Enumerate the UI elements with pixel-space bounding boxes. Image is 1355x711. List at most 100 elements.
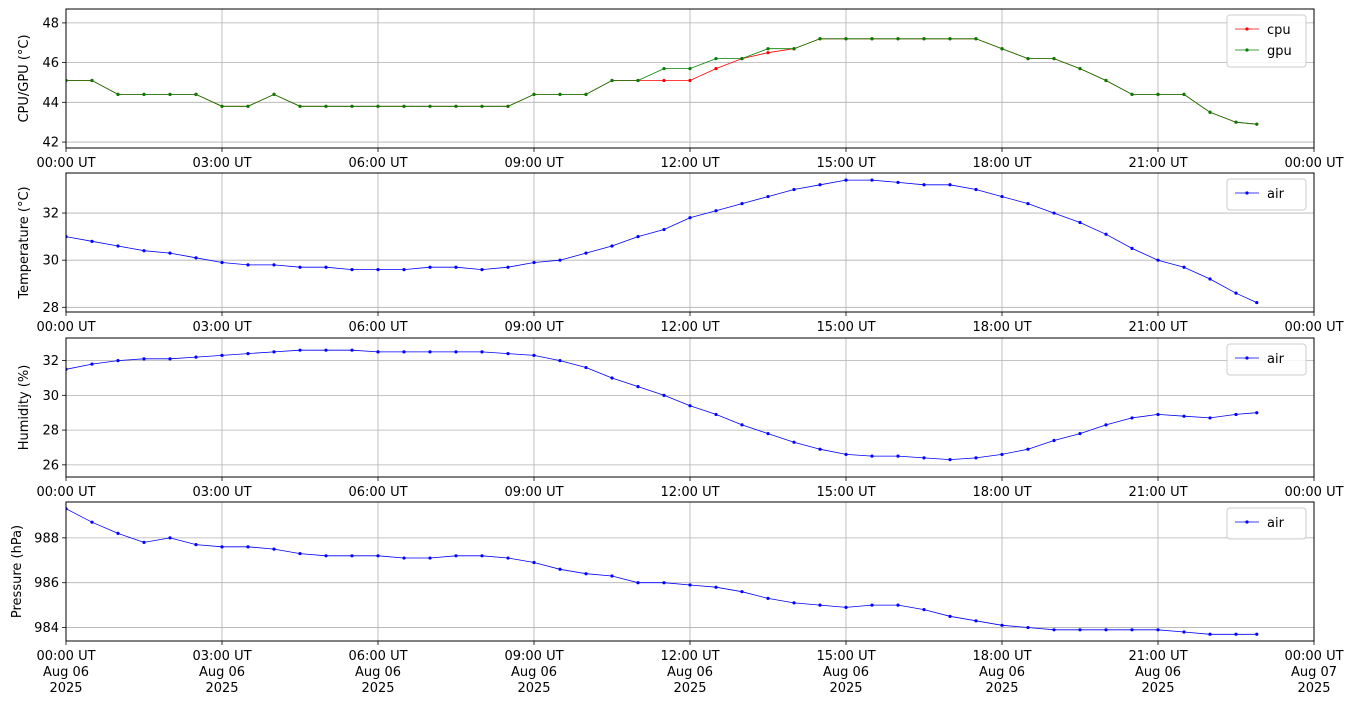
data-point-air [90, 239, 94, 243]
legend-label-cpu: cpu [1267, 23, 1291, 38]
data-point-air [1078, 220, 1082, 225]
data-point-air [740, 202, 744, 206]
data-point-air [1234, 632, 1238, 636]
data-point-gpu [506, 104, 510, 108]
data-point-air [558, 567, 562, 571]
data-point-air [922, 608, 926, 612]
data-point-air [1182, 414, 1186, 418]
data-point-air [1078, 431, 1082, 436]
data-point-air [246, 352, 250, 356]
data-point-air [870, 178, 874, 182]
y-tick-label: 44 [42, 96, 59, 111]
data-point-air [298, 265, 302, 269]
legend-marker-gpu [1245, 48, 1249, 52]
y-tick-label: 30 [42, 389, 59, 404]
data-point-air [1026, 625, 1030, 630]
data-point-gpu [688, 66, 692, 71]
x-tick-label: 00:00 UT [1284, 320, 1343, 335]
data-point-air [168, 251, 172, 255]
data-point-gpu [1052, 57, 1056, 61]
data-point-air [142, 540, 146, 544]
x-tick-label: 12:00 UT Aug 06 2025 [660, 649, 719, 696]
x-tick-label: 15:00 UT [816, 156, 875, 171]
data-point-air [584, 251, 588, 255]
data-point-air [1255, 632, 1259, 636]
data-point-air [792, 187, 796, 192]
data-point-air [402, 556, 406, 560]
data-point-air [506, 352, 510, 356]
data-point-air [1104, 232, 1108, 236]
data-point-air [1104, 423, 1108, 427]
x-tick-label: 00:00 UT [36, 485, 95, 500]
data-point-air [1026, 202, 1030, 206]
data-point-air [1255, 411, 1259, 415]
data-point-air [532, 353, 536, 357]
data-point-air [870, 603, 874, 607]
legend-label-air: air [1267, 352, 1285, 367]
data-point-gpu [1078, 66, 1082, 71]
data-point-air [740, 423, 744, 427]
x-tick-label: 21:00 UT [1128, 156, 1187, 171]
data-point-air [1130, 416, 1134, 420]
data-point-air [714, 585, 718, 589]
legend-marker-air [1245, 191, 1249, 195]
data-point-gpu [740, 57, 744, 61]
x-tick-label: 03:00 UT [192, 320, 251, 335]
data-point-gpu [272, 92, 276, 96]
x-tick-label: 00:00 UT Aug 07 2025 [1284, 649, 1343, 696]
data-point-gpu [948, 37, 952, 41]
data-point-air [1208, 277, 1212, 281]
data-point-air [1026, 447, 1030, 451]
data-point-air [90, 362, 94, 366]
x-tick-label: 21:00 UT [1128, 320, 1187, 335]
data-point-air [350, 267, 354, 272]
legend: air [1226, 507, 1307, 540]
data-point-air [688, 216, 692, 220]
data-point-air [1182, 265, 1186, 269]
legend-label-air: air [1267, 516, 1285, 531]
legend: air [1226, 178, 1307, 211]
data-point-air [1255, 300, 1259, 305]
data-point-air [1000, 452, 1004, 457]
y-axis-label: Pressure (hPa) [10, 525, 25, 618]
data-point-gpu [220, 104, 224, 108]
y-tick-label: 32 [42, 354, 59, 369]
data-point-air [870, 454, 874, 458]
data-point-gpu [168, 92, 172, 96]
data-point-air [1156, 628, 1160, 632]
y-tick-label: 46 [42, 56, 59, 71]
data-point-gpu [844, 37, 848, 41]
y-tick-label: 26 [42, 458, 59, 473]
data-point-air [818, 603, 822, 607]
data-point-air [220, 545, 224, 549]
data-point-gpu [194, 92, 198, 96]
x-tick-label: 18:00 UT [972, 485, 1031, 500]
data-point-gpu [116, 92, 120, 96]
data-point-air [1208, 632, 1212, 636]
data-point-air [1156, 258, 1160, 262]
data-point-gpu [558, 92, 562, 96]
data-point-air [558, 358, 562, 363]
data-point-air [1000, 623, 1004, 627]
data-point-air [454, 265, 458, 269]
data-point-air [1130, 628, 1134, 632]
data-point-air [194, 542, 198, 547]
data-point-gpu [662, 66, 666, 71]
data-point-air [636, 235, 640, 239]
data-point-air [506, 556, 510, 560]
data-point-gpu [610, 78, 614, 83]
data-point-air [558, 258, 562, 262]
x-tick-label: 21:00 UT Aug 06 2025 [1128, 649, 1187, 696]
data-point-air [428, 350, 432, 354]
data-point-gpu [324, 104, 328, 108]
data-point-air [818, 183, 822, 187]
data-point-air [506, 265, 510, 269]
data-point-gpu [818, 37, 822, 41]
data-point-air [272, 350, 276, 354]
data-point-air [896, 180, 900, 185]
data-point-air [740, 590, 744, 594]
data-point-air [532, 260, 536, 265]
data-point-gpu [454, 104, 458, 108]
data-point-gpu [350, 104, 354, 108]
data-point-gpu [1104, 78, 1108, 83]
